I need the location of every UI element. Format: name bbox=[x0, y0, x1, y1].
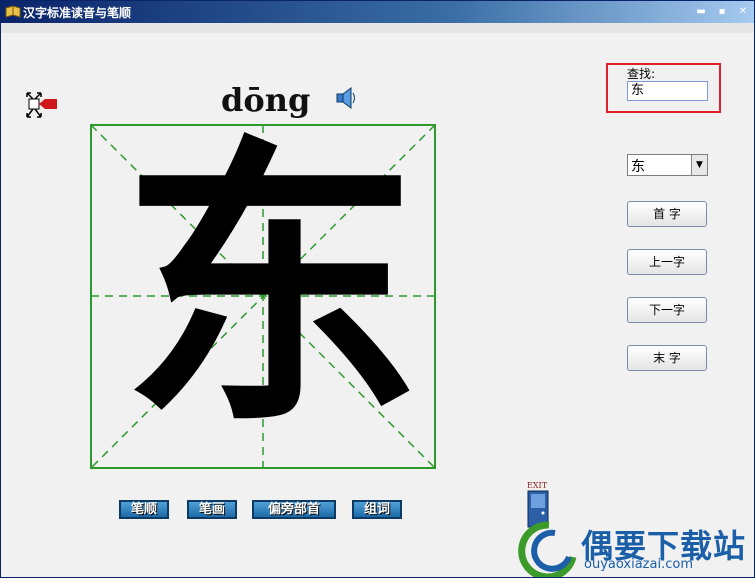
close-button[interactable]: ✕ bbox=[736, 5, 750, 19]
first-char-button[interactable]: 首 字 bbox=[627, 201, 707, 227]
minimize-button[interactable]: ▬ bbox=[694, 5, 708, 19]
toolbar-strip bbox=[1, 23, 754, 33]
character-display: 东 bbox=[121, 114, 421, 463]
last-char-button[interactable]: 末 字 bbox=[627, 345, 707, 371]
maximize-button[interactable]: ▪ bbox=[715, 5, 729, 19]
watermark-url: ouyaoxiazai.com bbox=[584, 557, 693, 572]
tab-stroke-order[interactable]: 笔顺 bbox=[119, 500, 169, 519]
app-window: 汉字标准读音与笔顺 ▬ ▪ ✕ dōng 东 查找: 东 东 ▼ 首 字 上一字… bbox=[0, 0, 755, 578]
search-label: 查找: bbox=[627, 67, 656, 81]
window-title: 汉字标准读音与笔顺 bbox=[23, 6, 132, 20]
next-char-button[interactable]: 下一字 bbox=[627, 297, 707, 323]
speaker-icon[interactable] bbox=[335, 85, 357, 111]
search-input[interactable]: 东 bbox=[627, 81, 708, 101]
chevron-down-icon[interactable]: ▼ bbox=[691, 155, 707, 175]
title-bar: 汉字标准读音与笔顺 ▬ ▪ ✕ bbox=[1, 1, 754, 23]
character-select[interactable]: 东 ▼ bbox=[627, 154, 708, 176]
character-select-value: 东 bbox=[631, 159, 645, 175]
prev-char-button[interactable]: 上一字 bbox=[627, 249, 707, 275]
tab-strokes[interactable]: 笔画 bbox=[187, 500, 237, 519]
zoom-icon[interactable] bbox=[25, 89, 59, 121]
tab-radicals[interactable]: 偏旁部首 bbox=[252, 500, 336, 519]
book-icon bbox=[5, 5, 21, 18]
tab-words[interactable]: 组词 bbox=[352, 500, 402, 519]
